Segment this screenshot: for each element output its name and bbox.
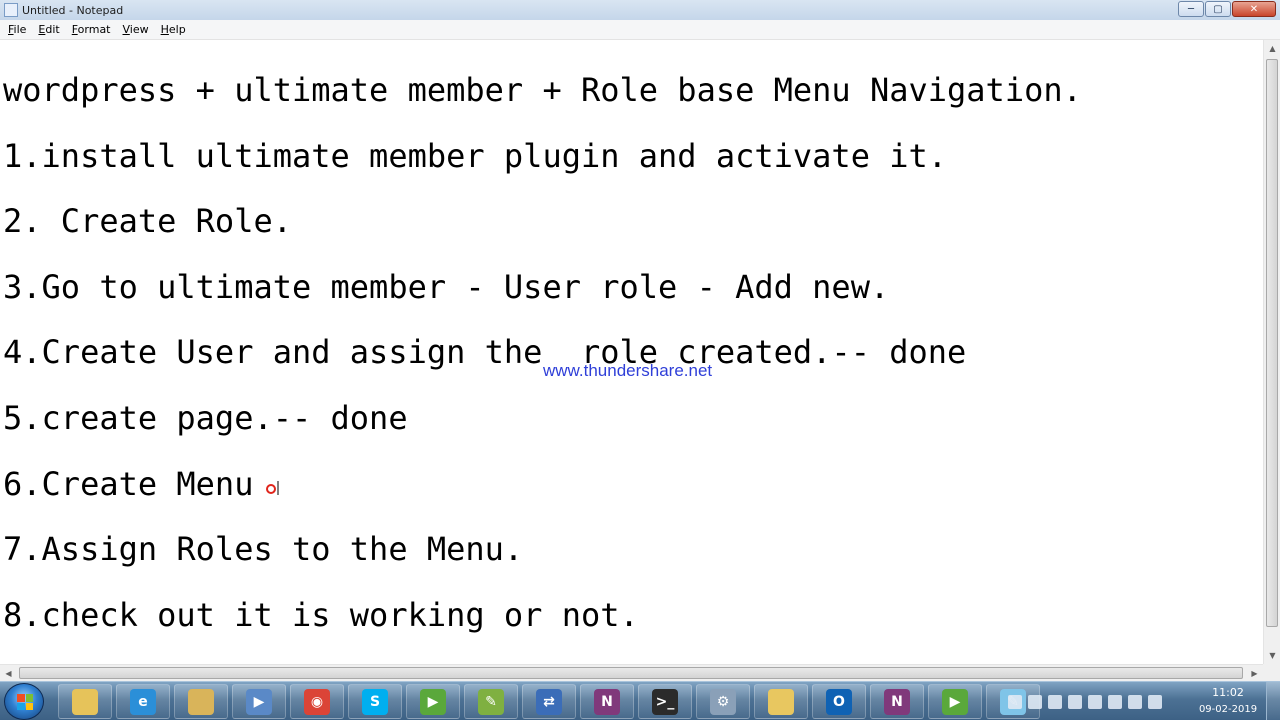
taskbar-app-button[interactable]: ▶ — [928, 684, 982, 719]
menu-edit[interactable]: Edit — [32, 21, 65, 39]
command-prompt-icon: >_ — [652, 688, 678, 715]
taskbar-app-button[interactable]: ◉ — [290, 684, 344, 719]
skype-icon: S — [362, 688, 388, 715]
volume-icon[interactable] — [1128, 694, 1142, 709]
menu-help[interactable]: Help — [155, 21, 192, 39]
maximize-button[interactable]: ▢ — [1205, 1, 1231, 17]
outlook-tray-icon[interactable] — [1028, 694, 1042, 709]
text-line: 7.Assign Roles to the Menu. — [3, 530, 524, 568]
onenote-clipper-icon: N — [884, 688, 910, 715]
show-desktop-button[interactable] — [1266, 682, 1280, 720]
vertical-scroll-thumb[interactable] — [1266, 59, 1278, 627]
text-line: 2. Create Role. — [3, 202, 292, 240]
taskbar-app-button[interactable]: N — [870, 684, 924, 719]
text-line: wordpress + ultimate member + Role base … — [3, 71, 1082, 109]
taskbar: e▶◉S▶✎⇄N>_⚙ON▶✎ 11:02 09-02-2019 — [0, 681, 1280, 720]
camtasia-studio-icon: ▶ — [942, 688, 968, 715]
clock-date: 09-02-2019 — [1198, 704, 1258, 715]
close-button[interactable]: ✕ — [1232, 1, 1276, 17]
settings-tool-icon: ⚙ — [710, 688, 736, 715]
scroll-right-icon[interactable]: ▶ — [1246, 665, 1263, 682]
taskbar-app-button[interactable]: N — [580, 684, 634, 719]
notepad-plus-icon: ✎ — [478, 688, 504, 715]
taskbar-app-button[interactable]: ✎ — [464, 684, 518, 719]
text-editor-area[interactable]: wordpress + ultimate member + Role base … — [0, 40, 1263, 664]
scroll-down-icon[interactable]: ▼ — [1264, 647, 1280, 664]
title-bar[interactable]: Untitled - Notepad ─ ▢ ✕ — [0, 0, 1280, 20]
menu-view[interactable]: View — [117, 21, 155, 39]
text-line: 8.check out it is working or not. — [3, 596, 639, 634]
outlook-icon: O — [826, 688, 852, 715]
windows-logo-icon — [17, 694, 33, 710]
chrome-tray-icon[interactable] — [1048, 694, 1062, 709]
system-tray — [1008, 682, 1162, 720]
scroll-up-icon[interactable]: ▲ — [1264, 40, 1280, 57]
media-player-icon: ▶ — [246, 688, 272, 715]
chrome-icon: ◉ — [304, 688, 330, 715]
window-title: Untitled - Notepad — [22, 3, 124, 17]
start-button[interactable] — [4, 683, 44, 720]
clock-time: 11:02 — [1212, 686, 1244, 699]
minimize-button[interactable]: ─ — [1178, 1, 1204, 17]
taskbar-app-button[interactable]: >_ — [638, 684, 692, 719]
horizontal-scrollbar[interactable]: ◀ ▶ — [0, 664, 1263, 681]
taskbar-app-button[interactable] — [58, 684, 112, 719]
camera-tray-icon[interactable] — [1008, 694, 1022, 709]
text-line: 6.Create Menu — [3, 465, 254, 503]
scrollbar-corner — [1263, 664, 1280, 681]
taskbar-app-button[interactable]: ⇄ — [522, 684, 576, 719]
taskbar-app-button[interactable]: ▶ — [232, 684, 286, 719]
watermark-text: www.thundershare.net — [543, 361, 713, 380]
internet-explorer-icon: e — [130, 688, 156, 715]
text-line: 3.Go to ultimate member - User role - Ad… — [3, 268, 890, 306]
text-cursor-icon — [266, 481, 279, 495]
menu-file[interactable]: File — [2, 21, 32, 39]
file-explorer-icon — [72, 688, 98, 715]
battery-icon[interactable] — [1108, 694, 1122, 709]
taskbar-app-button[interactable]: S — [348, 684, 402, 719]
text-line: 5.create page.-- done — [3, 399, 408, 437]
notepad-app-icon[interactable] — [4, 3, 18, 17]
action-center-icon[interactable] — [1088, 694, 1102, 709]
network-signal-icon[interactable] — [1148, 694, 1162, 709]
text-line: 1.install ultimate member plugin and act… — [3, 137, 948, 175]
taskbar-app-button[interactable] — [174, 684, 228, 719]
text-line: 4.Create User and assign the role create… — [3, 333, 967, 371]
onenote-tray-icon[interactable] — [1068, 694, 1082, 709]
taskbar-app-button[interactable]: e — [116, 684, 170, 719]
camtasia-recorder-icon: ▶ — [420, 688, 446, 715]
taskbar-app-button[interactable] — [754, 684, 808, 719]
windows-explorer-icon — [188, 688, 214, 715]
folder-icon — [768, 688, 794, 715]
taskbar-app-button[interactable]: ▶ — [406, 684, 460, 719]
scroll-left-icon[interactable]: ◀ — [0, 665, 17, 682]
menu-format[interactable]: Format — [66, 21, 117, 39]
network-tool-icon: ⇄ — [536, 688, 562, 715]
window-controls: ─ ▢ ✕ — [1178, 1, 1276, 17]
taskbar-app-button[interactable]: ⚙ — [696, 684, 750, 719]
taskbar-app-button[interactable]: O — [812, 684, 866, 719]
onenote-icon: N — [594, 688, 620, 715]
vertical-scrollbar[interactable]: ▲ ▼ — [1263, 40, 1280, 664]
horizontal-scroll-thumb[interactable] — [19, 667, 1243, 679]
menu-bar: File Edit Format View Help — [0, 20, 1280, 40]
clock[interactable]: 11:02 09-02-2019 — [1196, 685, 1260, 717]
